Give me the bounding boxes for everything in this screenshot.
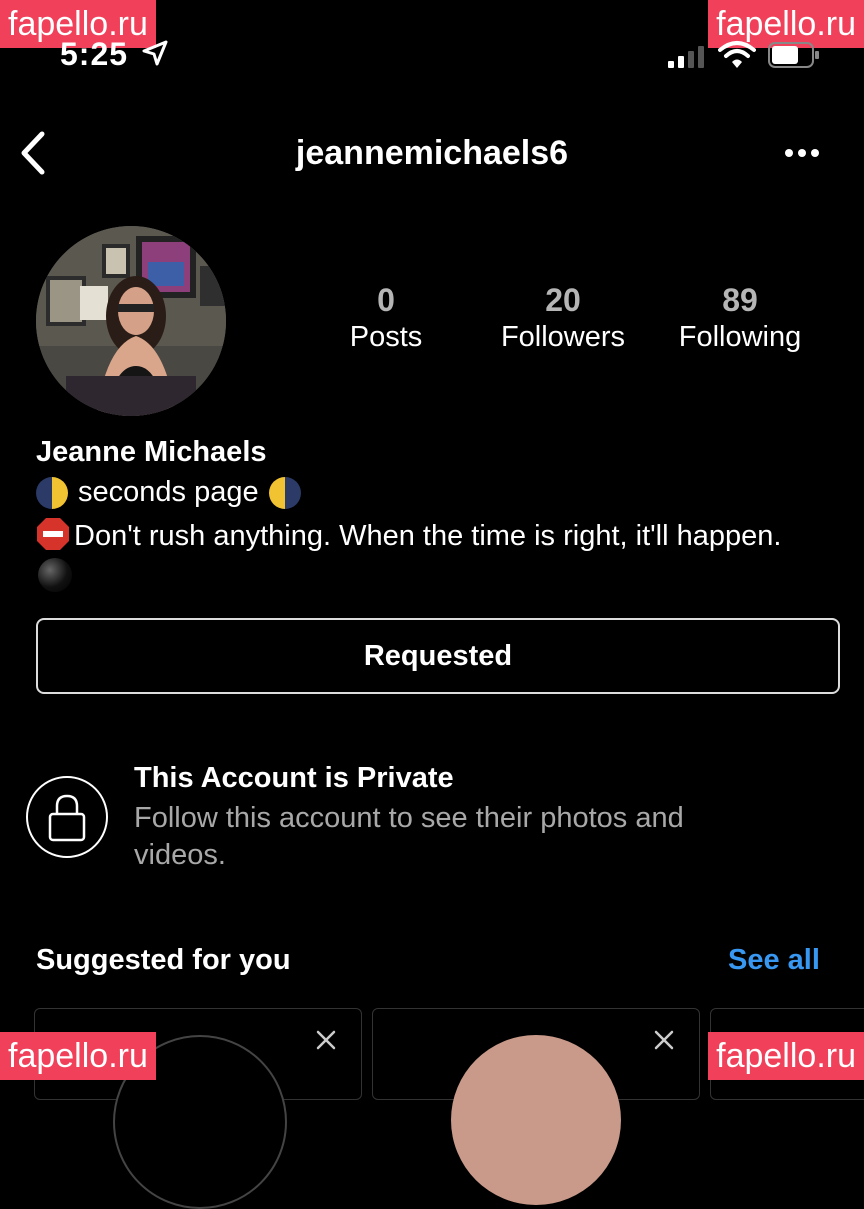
more-icon[interactable]: [784, 146, 820, 160]
avatar-photo: [36, 226, 226, 416]
avatar[interactable]: [36, 226, 226, 416]
private-title: This Account is Private: [134, 762, 454, 794]
moon-emoji-icon: [36, 476, 68, 509]
black-circle-emoji-icon: [38, 558, 72, 592]
bio-line-2-text: Don't rush anything. When the time is ri…: [74, 520, 782, 552]
status-time: 5:25: [60, 36, 129, 72]
moon-emoji-icon: [268, 476, 301, 509]
stat-posts: 0 Posts: [296, 282, 476, 354]
followers-label: Followers: [500, 321, 626, 353]
suggested-title: Suggested for you: [36, 944, 291, 976]
wifi-icon: [718, 41, 756, 68]
followers-count: 20: [545, 282, 581, 318]
private-description: Follow this account to see their photos …: [134, 802, 684, 871]
following-count: 89: [722, 282, 758, 318]
bio-line-2: Don't rush anything. When the time is ri…: [36, 516, 796, 598]
stat-followers[interactable]: 20 Followers: [473, 282, 653, 354]
posts-label: Posts: [349, 321, 423, 353]
lock-icon-circle: [26, 776, 108, 858]
stop-sign-emoji-icon: [37, 518, 69, 550]
following-label: Following: [678, 321, 802, 353]
suggested-avatar[interactable]: [451, 1035, 621, 1205]
watermark-bottom-left: fapello.ru: [0, 1032, 156, 1080]
bio-line-1: seconds page: [36, 476, 301, 509]
close-icon[interactable]: [653, 1029, 675, 1051]
see-all-link[interactable]: See all: [728, 944, 820, 977]
lock-icon: [48, 794, 86, 842]
posts-count: 0: [377, 282, 395, 318]
profile-username: jeannemichaels6: [295, 134, 569, 172]
bio-line-1-text: seconds page: [78, 476, 259, 508]
watermark-bottom-right: fapello.ru: [708, 1032, 864, 1080]
location-arrow-icon: [142, 40, 168, 66]
profile-name: Jeanne Michaels: [36, 436, 267, 468]
stat-following[interactable]: 89 Following: [650, 282, 830, 354]
battery-icon: [768, 42, 819, 68]
suggested-card[interactable]: [372, 1008, 700, 1205]
signal-icon: [668, 46, 704, 68]
close-icon[interactable]: [315, 1029, 337, 1051]
requested-button[interactable]: Requested: [36, 618, 840, 694]
